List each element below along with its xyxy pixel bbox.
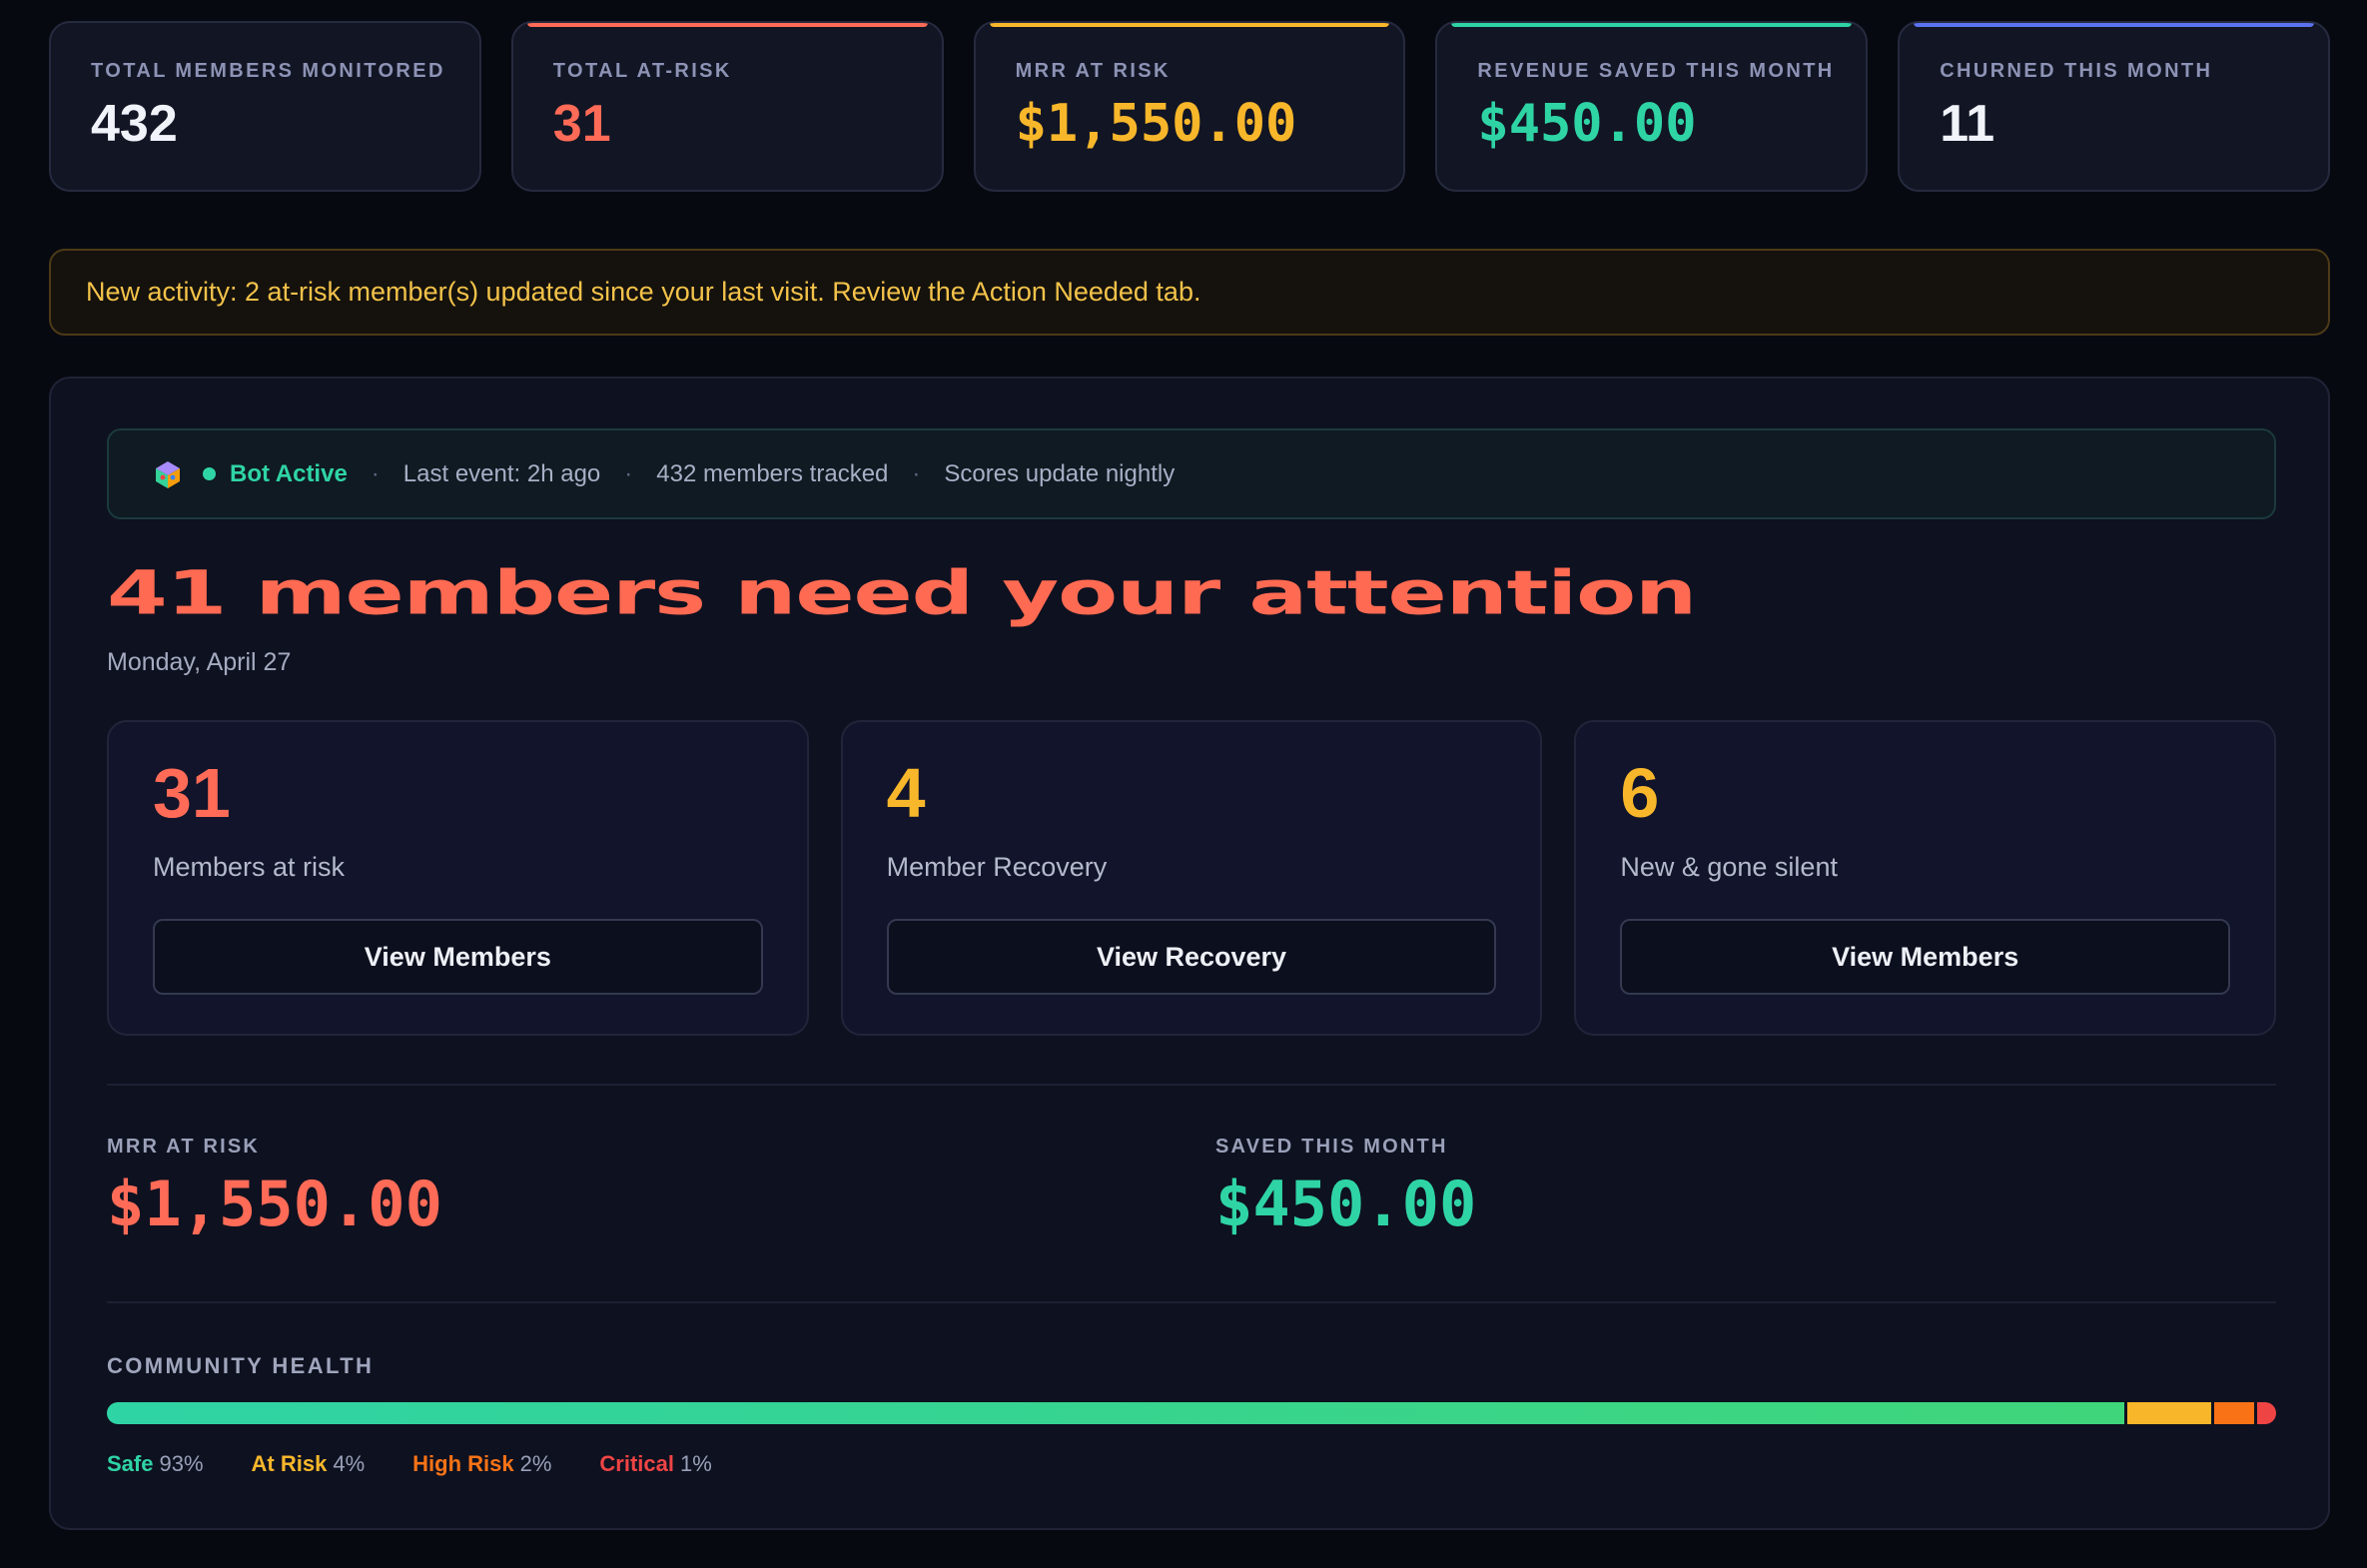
stat-label: TOTAL AT-RISK xyxy=(552,60,732,82)
legend-name: Safe xyxy=(107,1451,154,1476)
legend-item-critical: Critical 1% xyxy=(599,1451,711,1477)
card-new-gone-silent: 6 New & gone silent View Members xyxy=(1574,720,2277,1036)
attention-cards: 31 Members at risk View Members 4 Member… xyxy=(107,720,2277,1036)
activity-notice: New activity: 2 at-risk member(s) update… xyxy=(49,249,2330,336)
stat-label: REVENUE SAVED THIS MONTH xyxy=(1477,60,1835,82)
stat-card-churned: CHURNED THIS MONTH 11 xyxy=(1898,21,2330,192)
stat-card-mrr-at-risk: MRR AT RISK $1,550.00 xyxy=(973,21,1406,192)
legend-percent: 2% xyxy=(519,1451,552,1476)
view-silent-members-button[interactable]: View Members xyxy=(1620,919,2231,995)
card-label: Member Recovery xyxy=(886,852,1108,882)
current-date: Monday, April 27 xyxy=(107,648,292,676)
legend-item-high-risk: High Risk 2% xyxy=(412,1451,551,1477)
mrr-at-risk-label: MRR AT RISK xyxy=(107,1136,261,1158)
saved-this-month-value: $450.00 xyxy=(1215,1168,1477,1240)
stat-value: 11 xyxy=(1940,95,1995,153)
card-label: New & gone silent xyxy=(1620,852,1838,882)
health-segment-critical xyxy=(2254,1402,2276,1424)
page-title: 41 members need your attention xyxy=(107,558,1697,629)
stat-value: 31 xyxy=(552,95,611,153)
health-segment-at-risk xyxy=(2123,1402,2211,1424)
bot-schedule: Scores update nightly xyxy=(944,459,1176,487)
separator: · xyxy=(371,459,380,487)
separator: · xyxy=(912,459,921,487)
stat-value: $1,550.00 xyxy=(1015,94,1297,154)
legend-percent: 93% xyxy=(159,1451,204,1476)
community-health-bar xyxy=(107,1402,2276,1424)
legend-name: At Risk xyxy=(251,1451,328,1476)
view-at-risk-members-button[interactable]: View Members xyxy=(153,919,763,995)
stat-label: MRR AT RISK xyxy=(1015,60,1171,82)
bot-status-text: Bot Active xyxy=(230,459,348,487)
mrr-at-risk-value: $1,550.00 xyxy=(107,1168,442,1240)
health-segment-high-risk xyxy=(2210,1402,2255,1424)
bot-members-tracked: 432 members tracked xyxy=(656,459,889,487)
card-members-at-risk: 31 Members at risk View Members xyxy=(107,720,809,1036)
legend-name: High Risk xyxy=(412,1451,514,1476)
legend-name: Critical xyxy=(599,1451,674,1476)
health-segment-safe xyxy=(107,1402,2124,1424)
divider xyxy=(107,1301,2276,1303)
view-recovery-button[interactable]: View Recovery xyxy=(886,919,1497,995)
stat-value: 432 xyxy=(91,95,178,153)
card-member-recovery: 4 Member Recovery View Recovery xyxy=(840,720,1543,1036)
community-health-legend: Safe 93% At Risk 4% High Risk 2% Critical 1% xyxy=(107,1451,712,1477)
separator: · xyxy=(624,459,633,487)
stat-cards: TOTAL MEMBERS MONITORED 432 TOTAL AT-RIS… xyxy=(49,21,2330,192)
saved-this-month-label: SAVED THIS MONTH xyxy=(1215,1136,1448,1158)
legend-item-at-risk: At Risk 4% xyxy=(252,1451,366,1477)
stat-card-total-at-risk: TOTAL AT-RISK 31 xyxy=(510,21,944,192)
stat-card-total-members: TOTAL MEMBERS MONITORED 432 xyxy=(49,21,481,192)
stat-value: $450.00 xyxy=(1477,94,1697,154)
bot-cube-icon xyxy=(156,460,180,488)
stat-label: CHURNED THIS MONTH xyxy=(1940,60,2213,82)
card-number: 6 xyxy=(1620,754,1660,832)
dashboard-page: TOTAL MEMBERS MONITORED 432 TOTAL AT-RIS… xyxy=(0,0,2367,1568)
legend-percent: 1% xyxy=(679,1451,712,1476)
bot-status-bar: Bot Active · Last event: 2h ago · 432 me… xyxy=(107,428,2276,519)
card-number: 4 xyxy=(886,754,926,832)
card-number: 31 xyxy=(153,754,231,832)
legend-item-safe: Safe 93% xyxy=(107,1451,204,1477)
overview-panel: Bot Active · Last event: 2h ago · 432 me… xyxy=(49,377,2330,1530)
bot-status-dot xyxy=(203,467,216,480)
community-health-label: COMMUNITY HEALTH xyxy=(107,1353,375,1378)
stat-label: TOTAL MEMBERS MONITORED xyxy=(91,60,445,82)
bot-last-event: Last event: 2h ago xyxy=(402,459,601,487)
card-label: Members at risk xyxy=(153,852,346,882)
legend-percent: 4% xyxy=(333,1451,366,1476)
divider xyxy=(107,1084,2276,1086)
stat-card-revenue-saved: REVENUE SAVED THIS MONTH $450.00 xyxy=(1435,21,1869,192)
